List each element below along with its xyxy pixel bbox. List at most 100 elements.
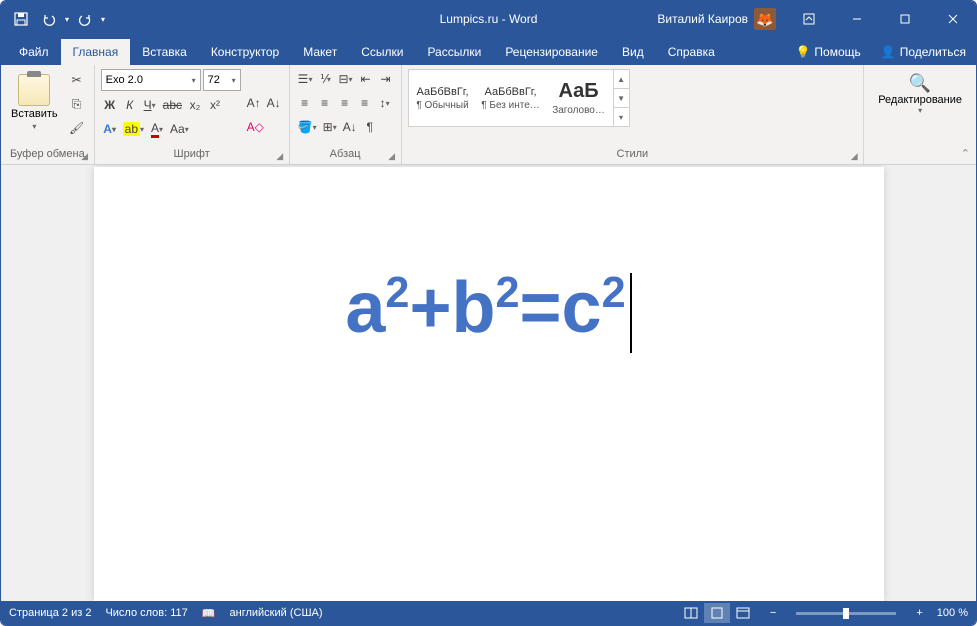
tab-help[interactable]: Справка bbox=[656, 39, 727, 65]
font-size-combo[interactable]: 72▾ bbox=[203, 69, 241, 91]
document-area[interactable]: a2+b2=c2 bbox=[1, 165, 976, 601]
tab-design[interactable]: Конструктор bbox=[199, 39, 291, 65]
tab-home[interactable]: Главная bbox=[61, 39, 131, 65]
print-layout-button[interactable] bbox=[704, 603, 730, 623]
status-bar: Страница 2 из 2 Число слов: 117 📖 англий… bbox=[1, 601, 976, 625]
ribbon: Вставить ▾ ✂ ⎘ 🖌 Буфер обмена ◢ Exo 2.0▾… bbox=[1, 65, 976, 165]
strikethrough-button[interactable]: abc bbox=[161, 95, 184, 115]
gallery-scroll: ▲ ▼ ▾ bbox=[613, 70, 629, 126]
tab-file[interactable]: Файл bbox=[7, 39, 61, 65]
quick-access-toolbar: ▾ ▾ bbox=[1, 7, 113, 31]
tab-layout[interactable]: Макет bbox=[291, 39, 349, 65]
paragraph-group-label: Абзац bbox=[296, 146, 395, 162]
clipboard-group-label: Буфер обмена bbox=[7, 146, 88, 162]
tab-review[interactable]: Рецензирование bbox=[493, 39, 610, 65]
style-heading[interactable]: АаБ Заголово… bbox=[545, 70, 613, 126]
underline-button[interactable]: Ч▾ bbox=[141, 95, 159, 115]
cut-button[interactable]: ✂ bbox=[66, 69, 88, 91]
gallery-more[interactable]: ▾ bbox=[614, 108, 629, 126]
sort-button[interactable]: A↓ bbox=[341, 117, 359, 137]
decrease-indent-button[interactable]: ⇤ bbox=[357, 69, 375, 89]
shrink-font-button[interactable]: A↓ bbox=[265, 93, 283, 113]
bullets-button[interactable]: ☰▾ bbox=[296, 69, 315, 89]
line-spacing-button[interactable]: ↕▾ bbox=[376, 93, 394, 113]
subscript-button[interactable]: x₂ bbox=[186, 95, 204, 115]
borders-button[interactable]: ⊞▾ bbox=[321, 117, 339, 137]
copy-button[interactable]: ⎘ bbox=[66, 93, 88, 115]
save-button[interactable] bbox=[9, 7, 33, 31]
proofing-icon[interactable]: 📖 bbox=[202, 607, 216, 620]
align-right-button[interactable]: ≡ bbox=[336, 93, 354, 113]
italic-button[interactable]: К bbox=[121, 95, 139, 115]
zoom-level[interactable]: 100 % bbox=[937, 607, 968, 619]
tell-me-button[interactable]: 💡 Помощь bbox=[785, 39, 870, 65]
web-layout-button[interactable] bbox=[730, 603, 756, 623]
share-button[interactable]: 👤 Поделиться bbox=[871, 39, 976, 65]
equation-text[interactable]: a2+b2=c2 bbox=[134, 267, 844, 353]
paste-label: Вставить bbox=[11, 108, 58, 120]
search-icon: 🔍 bbox=[909, 73, 931, 94]
editing-dropdown[interactable]: 🔍 Редактирование ▾ bbox=[870, 69, 970, 119]
text-cursor bbox=[630, 273, 632, 353]
multilevel-button[interactable]: ⊟▾ bbox=[336, 69, 354, 89]
bold-button[interactable]: Ж bbox=[101, 95, 119, 115]
paragraph-launcher[interactable]: ◢ bbox=[386, 150, 398, 162]
styles-group-label: Стили bbox=[408, 146, 858, 162]
font-group-label: Шрифт bbox=[101, 146, 283, 162]
zoom-out-button[interactable]: − bbox=[770, 607, 776, 619]
font-color-button[interactable]: A▾ bbox=[148, 119, 166, 139]
redo-button[interactable] bbox=[73, 7, 97, 31]
language-indicator[interactable]: английский (США) bbox=[230, 607, 323, 619]
page-indicator[interactable]: Страница 2 из 2 bbox=[9, 607, 91, 619]
user-name: Виталий Каиров bbox=[657, 12, 748, 26]
collapse-ribbon-button[interactable]: ⌃ bbox=[961, 147, 970, 160]
styles-launcher[interactable]: ◢ bbox=[848, 150, 860, 162]
tab-references[interactable]: Ссылки bbox=[349, 39, 415, 65]
align-left-button[interactable]: ≡ bbox=[296, 93, 314, 113]
tell-me-label: Помощь bbox=[814, 45, 860, 59]
zoom-slider[interactable] bbox=[796, 612, 896, 615]
gallery-up[interactable]: ▲ bbox=[614, 70, 629, 89]
read-mode-button[interactable] bbox=[678, 603, 704, 623]
avatar: 🦊 bbox=[754, 8, 776, 30]
ribbon-display-options[interactable] bbox=[786, 1, 832, 37]
numbering-button[interactable]: ⅟▾ bbox=[316, 69, 334, 89]
format-painter-button[interactable]: 🖌 bbox=[66, 117, 88, 139]
tab-insert[interactable]: Вставка bbox=[130, 39, 199, 65]
text-effects-button[interactable]: A▾ bbox=[101, 119, 119, 139]
view-buttons bbox=[678, 603, 756, 623]
grow-font-button[interactable]: A↑ bbox=[245, 93, 263, 113]
minimize-button[interactable] bbox=[834, 1, 880, 37]
zoom-in-button[interactable]: + bbox=[916, 607, 922, 619]
font-name-combo[interactable]: Exo 2.0▾ bbox=[101, 69, 201, 91]
user-account[interactable]: Виталий Каиров 🦊 bbox=[649, 8, 784, 30]
increase-indent-button[interactable]: ⇥ bbox=[377, 69, 395, 89]
clipboard-launcher[interactable]: ◢ bbox=[79, 150, 91, 162]
style-no-spacing[interactable]: АаБбВвГг, ¶ Без инте… bbox=[477, 70, 545, 126]
word-count[interactable]: Число слов: 117 bbox=[105, 607, 187, 619]
change-case-button[interactable]: Aa▾ bbox=[168, 119, 191, 139]
style-normal[interactable]: АаБбВвГг, ¶ Обычный bbox=[409, 70, 477, 126]
font-launcher[interactable]: ◢ bbox=[274, 150, 286, 162]
tab-mailings[interactable]: Рассылки bbox=[415, 39, 493, 65]
styles-gallery: АаБбВвГг, ¶ Обычный АаБбВвГг, ¶ Без инте… bbox=[408, 69, 630, 127]
gallery-down[interactable]: ▼ bbox=[614, 89, 629, 108]
shading-button[interactable]: 🪣▾ bbox=[296, 117, 319, 137]
maximize-button[interactable] bbox=[882, 1, 928, 37]
superscript-button[interactable]: x² bbox=[206, 95, 224, 115]
page[interactable]: a2+b2=c2 bbox=[94, 167, 884, 601]
tab-view[interactable]: Вид bbox=[610, 39, 656, 65]
clear-formatting-button[interactable]: A◇ bbox=[245, 117, 266, 137]
undo-button[interactable] bbox=[37, 7, 61, 31]
editing-label: Редактирование bbox=[878, 94, 962, 106]
group-font: Exo 2.0▾ 72▾ Ж К Ч▾ abc x₂ x² A▾ ab▾ bbox=[95, 65, 290, 164]
word-window: ▾ ▾ Lumpics.ru - Word Виталий Каиров 🦊 Ф… bbox=[0, 0, 977, 626]
justify-button[interactable]: ≡ bbox=[356, 93, 374, 113]
paste-button[interactable]: Вставить ▾ bbox=[7, 69, 62, 135]
title-bar: ▾ ▾ Lumpics.ru - Word Виталий Каиров 🦊 bbox=[1, 1, 976, 37]
align-center-button[interactable]: ≡ bbox=[316, 93, 334, 113]
show-marks-button[interactable]: ¶ bbox=[361, 117, 379, 137]
close-button[interactable] bbox=[930, 1, 976, 37]
highlight-button[interactable]: ab▾ bbox=[121, 119, 146, 139]
group-editing: 🔍 Редактирование ▾ bbox=[864, 65, 976, 164]
